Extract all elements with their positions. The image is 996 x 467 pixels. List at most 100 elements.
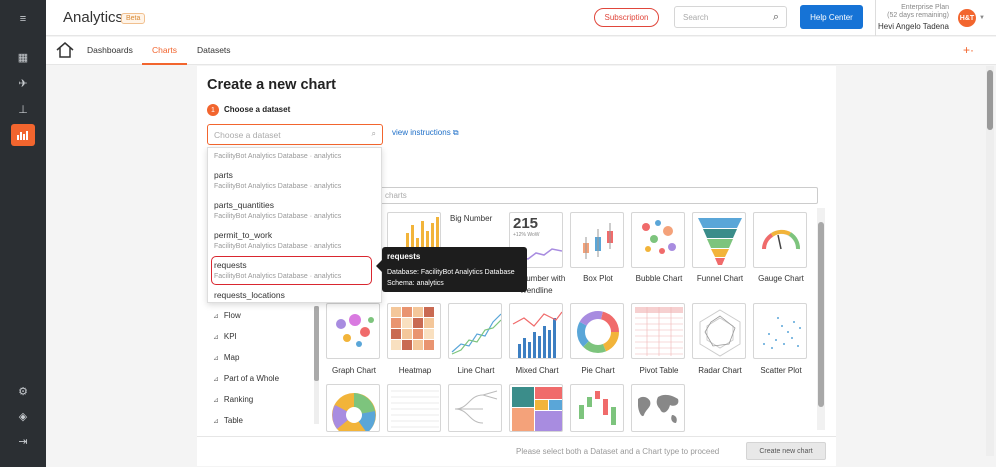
search-placeholder: Search [683,13,709,22]
search-icon: ⌕ [371,129,376,138]
chart-thumb-gauge[interactable] [753,212,807,268]
dataset-sub: FacilityBot Analytics Database · analyti… [214,243,342,250]
card-footer: Please select both a Dataset and a Chart… [197,436,836,466]
search-input[interactable]: Search ⌕ [674,6,787,28]
list-item[interactable]: FacilityBot Analytics Database · analyti… [214,150,379,160]
tooltip-schema: Schema: analytics [387,280,444,287]
list-item[interactable]: permit_to_work FacilityBot Analytics Data… [214,230,379,250]
menu-toggle-icon[interactable]: ≡ [11,8,35,30]
chart-thumb-bubble[interactable] [631,212,685,268]
dataset-sub: FacilityBot Analytics Database · analyti… [214,213,342,220]
tooltip-database: Database: FacilityBot Analytics Database [387,269,515,276]
category-icon: ⊿ [213,313,219,320]
chart-search-input[interactable]: charts [372,187,818,204]
dataset-placeholder: Choose a dataset [214,130,281,140]
category-label: Ranking [223,395,254,404]
dashboard-icon[interactable]: ▦ [11,46,35,68]
scrollbar-thumb[interactable] [987,70,993,130]
category-icon: ⊿ [213,397,219,404]
home-icon[interactable] [55,41,75,59]
dataset-select[interactable]: Choose a dataset ⌕ [207,124,383,145]
help-center-button[interactable]: Help Center [800,5,863,29]
chart-thumb-scatter[interactable] [753,303,807,359]
avatar[interactable]: H&T [958,9,976,27]
left-sidebar: ≡ ▦ ✈ ⊥ ⚙ ◈ ⇥ [0,0,46,467]
settings-icon[interactable]: ⚙ [11,380,35,402]
chart-thumb-pivot[interactable] [631,303,685,359]
chart-thumb-funnel[interactable] [692,212,746,268]
list-item[interactable]: parts FacilityBot Analytics Database · an… [214,170,379,190]
chart-grid-scrollbar[interactable] [817,208,825,430]
app-title: Analytics [63,9,124,26]
footer-hint: Please select both a Dataset and a Chart… [516,447,720,456]
view-instructions-link[interactable]: view instructions ⧉ [392,128,459,138]
step-number: 1 [207,104,219,116]
dataset-name: parts_quantities [214,200,275,210]
step-label: Choose a dataset [224,105,291,114]
category-kpi[interactable]: ⊿ KPI [213,332,237,341]
chart-thumb-waterfall[interactable] [570,384,624,432]
tab-dashboards[interactable]: Dashboards [87,45,133,55]
dataset-name: parts [214,170,233,180]
sub-nav: Dashboards Charts Datasets +· [46,37,996,65]
plan-days: (52 days remaining) [887,12,949,19]
tooltip-title: requests [387,252,421,261]
plan-name: Enterprise Plan [901,4,949,11]
scrollbar-thumb[interactable] [818,222,824,407]
chart-thumb-tree[interactable] [448,384,502,432]
add-icon[interactable]: +· [963,43,974,57]
category-label: Flow [223,311,241,320]
category-icon: ⊿ [213,334,219,341]
list-item[interactable]: requests_locations [214,290,379,300]
dataset-name: requests_locations [214,290,285,300]
category-icon: ⊿ [213,355,219,362]
create-new-chart-button[interactable]: Create new chart [746,442,826,460]
tab-charts[interactable]: Charts [152,45,177,55]
tab-datasets[interactable]: Datasets [197,45,231,55]
category-icon: ⊿ [213,376,219,383]
category-label: Part of a Whole [223,374,280,383]
category-table[interactable]: ⊿ Table [213,416,243,425]
chart-thumb-mixed[interactable] [509,303,563,359]
category-map[interactable]: ⊿ Map [213,353,239,362]
chart-thumb-table[interactable] [387,384,441,432]
hierarchy-icon[interactable]: ⊥ [11,98,35,120]
category-part-of-whole[interactable]: ⊿ Part of a Whole [213,374,279,383]
category-flow[interactable]: ⊿ Flow [213,311,241,320]
chart-thumb-heatmap[interactable] [387,303,441,359]
chart-thumb-graph[interactable] [326,303,380,359]
active-tab-indicator [142,63,187,65]
chart-thumb-pie[interactable] [570,303,624,359]
search-icon[interactable]: ⌕ [773,11,779,24]
subscription-button[interactable]: Subscription [594,8,659,27]
chart-thumb-treemap[interactable] [509,384,563,432]
cube-icon[interactable]: ◈ [11,405,35,427]
beta-badge: Beta [121,13,146,24]
page-title: Create a new chart [207,77,336,93]
dataset-name: permit_to_work [214,230,273,240]
view-instructions-label: view instructions [392,128,451,137]
external-link-icon: ⧉ [452,128,459,137]
rocket-icon[interactable]: ✈ [11,72,35,94]
chart-thumb-line[interactable] [448,303,502,359]
chart-thumb-sunburst[interactable] [326,384,380,432]
category-icon: ⊿ [213,418,219,425]
list-item[interactable]: parts_quantities FacilityBot Analytics Da… [214,200,379,220]
highlight-outline [211,256,372,285]
charts-nav-icon[interactable] [11,124,35,146]
dataset-sub: FacilityBot Analytics Database · analyti… [214,153,342,160]
page-scrollbar[interactable] [986,66,994,456]
category-label: Map [223,353,240,362]
chevron-down-icon[interactable]: ▼ [979,15,985,21]
broken-image-alt: Big Number [450,214,493,223]
logout-icon[interactable]: ⇥ [11,430,35,452]
dataset-sub: FacilityBot Analytics Database · analyti… [214,183,342,190]
chart-thumb-world-map[interactable] [631,384,685,432]
user-name: Hevi Angelo Tadena [877,22,949,31]
chart-thumb-box-plot[interactable] [570,212,624,268]
chart-thumb-radar[interactable] [692,303,746,359]
plan-info: Enterprise Plan (52 days remaining) [876,4,949,20]
category-ranking[interactable]: ⊿ Ranking [213,395,253,404]
category-label: KPI [223,332,237,341]
category-label: Table [223,416,243,425]
